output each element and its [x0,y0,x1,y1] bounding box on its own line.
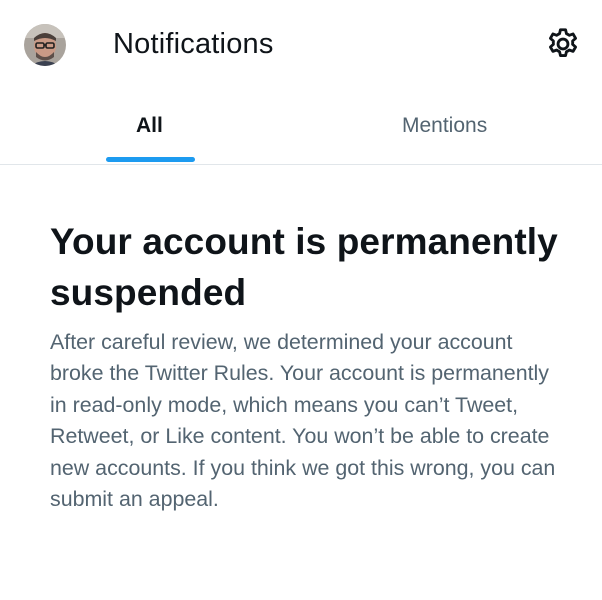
avatar[interactable] [24,24,66,66]
notice-body: After careful review, we determined your… [50,330,556,512]
page-title: Notifications [113,28,274,60]
tab-mentions[interactable]: Mentions [301,96,602,164]
gear-icon [548,28,578,57]
notice-title: Your account is permanently suspended [50,221,558,313]
notification-tabs: All Mentions [0,96,602,165]
active-tab-indicator [106,157,195,162]
settings-button[interactable] [545,26,581,62]
tab-all[interactable]: All [0,96,301,164]
user-avatar-icon [24,24,66,66]
tab-all-label: All [136,114,163,137]
tab-mentions-label: Mentions [402,114,488,137]
top-bar: Notifications [0,0,602,90]
suspension-notice: Your account is permanently suspended Af… [50,216,570,515]
